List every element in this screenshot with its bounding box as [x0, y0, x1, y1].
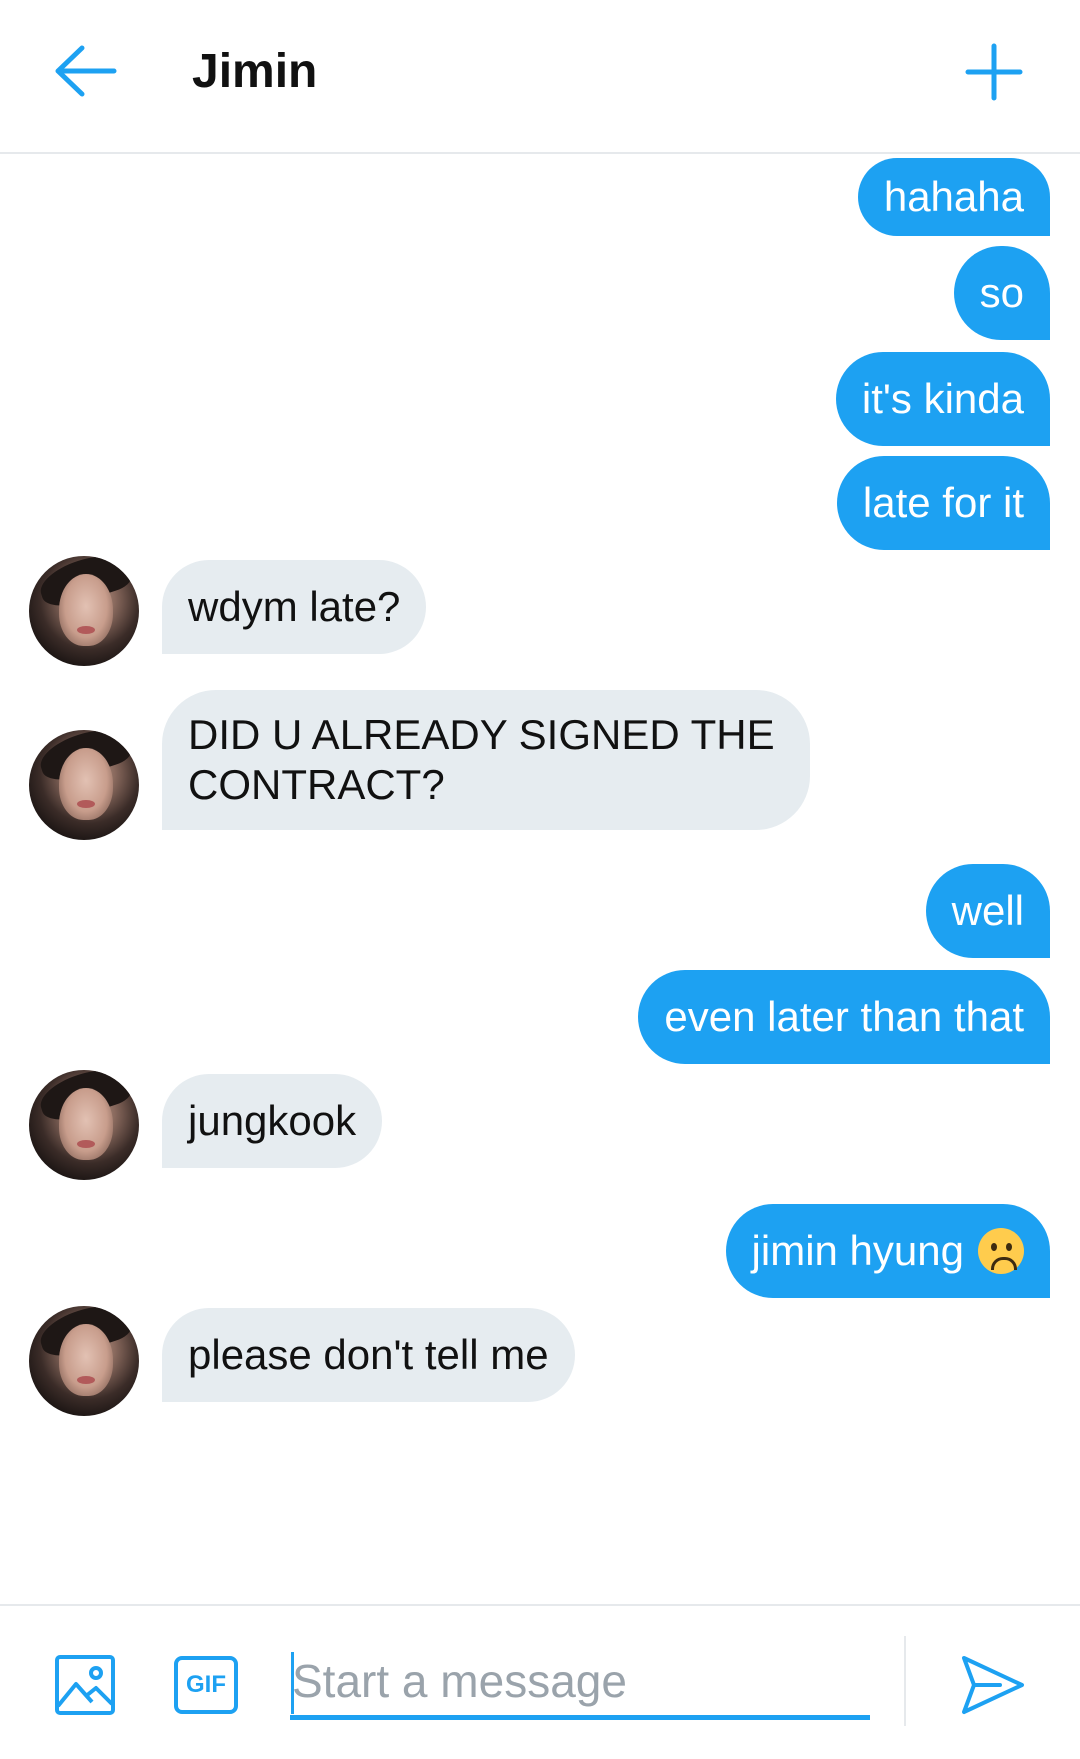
contact-avatar[interactable] — [29, 1306, 139, 1416]
message-text: please don't tell me — [188, 1331, 549, 1378]
contact-avatar[interactable] — [29, 556, 139, 666]
message-text: so — [979, 269, 1024, 316]
back-arrow-icon[interactable] — [52, 42, 120, 100]
message-composer: GIF — [0, 1604, 1080, 1759]
conversation-header: Jimin — [0, 0, 1080, 154]
image-icon[interactable] — [54, 1654, 116, 1716]
message-bubble-outgoing[interactable]: well — [925, 864, 1050, 958]
message-bubble-outgoing[interactable]: it's kinda — [835, 352, 1050, 446]
message-text: jimin hyung — [751, 1227, 964, 1274]
send-icon[interactable] — [960, 1652, 1026, 1718]
plus-icon[interactable] — [964, 42, 1024, 102]
message-text: even later than that — [664, 993, 1024, 1040]
message-text: jungkook — [188, 1097, 357, 1144]
gif-label: GIF — [186, 1671, 226, 1698]
message-text: it's kinda — [861, 375, 1024, 422]
message-bubble-incoming[interactable]: wdym late? — [162, 560, 427, 654]
message-text: well — [951, 887, 1024, 934]
message-bubble-outgoing[interactable]: jimin hyung — [725, 1204, 1050, 1298]
message-bubble-outgoing[interactable]: late for it — [836, 456, 1050, 550]
text-cursor — [291, 1652, 294, 1714]
message-bubble-incoming[interactable]: jungkook — [162, 1074, 383, 1168]
conversation-title[interactable]: Jimin — [192, 42, 317, 102]
message-input[interactable] — [290, 1646, 870, 1720]
composer-divider — [904, 1636, 906, 1726]
message-bubble-outgoing[interactable]: even later than that — [638, 970, 1050, 1064]
message-text: wdym late? — [188, 583, 401, 630]
contact-avatar[interactable] — [29, 730, 139, 840]
message-list: hahaha so it's kinda late for it wdym la… — [0, 156, 1080, 1604]
message-bubble-outgoing[interactable]: hahaha — [857, 158, 1050, 236]
gif-button[interactable]: GIF — [174, 1656, 238, 1714]
message-text: DID U ALREADY SIGNED THE CONTRACT? — [188, 711, 775, 808]
frowning-face-emoji-icon — [978, 1228, 1024, 1274]
contact-avatar[interactable] — [29, 1070, 139, 1180]
message-text: hahaha — [883, 173, 1024, 220]
message-text: late for it — [862, 479, 1024, 526]
message-bubble-incoming[interactable]: DID U ALREADY SIGNED THE CONTRACT? — [162, 690, 810, 830]
message-bubble-outgoing[interactable]: so — [953, 246, 1050, 340]
message-bubble-incoming[interactable]: please don't tell me — [162, 1308, 575, 1402]
